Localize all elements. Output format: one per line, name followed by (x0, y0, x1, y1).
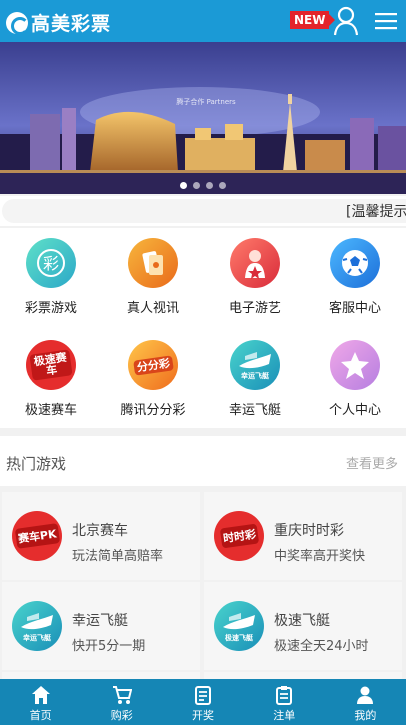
card-icon (128, 238, 178, 288)
card-badge: 时时彩 (219, 523, 259, 549)
nav-label: 注单 (273, 709, 296, 722)
game-icon (230, 238, 280, 288)
feature-grid: 彩 彩票游戏 真人视讯 电子游艺 客服中心 极速赛车 极速赛车 分分彩 腾讯分分… (0, 228, 406, 428)
grid-item-tencent[interactable]: 分分彩 腾讯分分彩 (102, 330, 204, 430)
boat-icon: 幸运飞艇 (230, 340, 280, 390)
nav-orders[interactable]: 注单 (244, 679, 325, 725)
grid-item-live[interactable]: 真人视讯 (102, 228, 204, 328)
card-subtitle: 极速全天24小时 (274, 639, 369, 654)
notice-text: [温馨提示 (346, 204, 406, 220)
grid-label: 电子游艺 (228, 301, 281, 316)
grid-label: 极速赛车 (24, 403, 77, 418)
game-card-speed-boat[interactable]: 极速飞艇 极速飞艇 极速全天24小时 (204, 582, 402, 670)
person-icon (357, 686, 374, 704)
nav-home[interactable]: 首页 (0, 679, 81, 725)
grid-item-racing[interactable]: 极速赛车 极速赛车 (0, 330, 102, 430)
soccer-icon (330, 238, 380, 288)
grid-label: 真人视讯 (126, 301, 179, 316)
carousel-dots (0, 182, 406, 189)
grid-item-profile[interactable]: 个人中心 (304, 330, 406, 430)
banner-image: 腾子合作 Partners (0, 42, 406, 194)
card-subtitle: 快开5分一期 (72, 639, 146, 654)
nav-draw[interactable]: 开奖 (162, 679, 243, 725)
grid-label: 腾讯分分彩 (120, 403, 186, 418)
tencent-badge: 分分彩 (132, 354, 174, 376)
carousel-dot[interactable] (180, 182, 187, 189)
grid-label: 幸运飞艇 (228, 403, 281, 418)
new-badge: NEW (290, 11, 337, 29)
game-card-beijing[interactable]: 赛车PK 北京赛车 玩法简单高赔率 (2, 492, 200, 580)
logo-icon (6, 11, 29, 35)
card-badge: 赛车PK (14, 523, 60, 549)
svg-text:彩: 彩 (43, 254, 59, 273)
logo-text: 高美彩票 (31, 13, 112, 35)
notice-bar[interactable]: [温馨提示 (0, 196, 406, 226)
home-icon (31, 686, 50, 704)
nav-label: 购彩 (110, 709, 133, 722)
hot-games-header: 热门游戏 查看更多 (0, 436, 406, 486)
nav-label: 我的 (354, 709, 377, 722)
card-subtitle: 中奖率高开奖快 (274, 549, 366, 564)
card-title: 重庆时时彩 (274, 523, 344, 539)
game-card-chongqing[interactable]: 时时彩 重庆时时彩 中奖率高开奖快 (204, 492, 402, 580)
user-icon[interactable] (333, 6, 359, 36)
racing-badge: 极速赛车 (29, 349, 73, 381)
grid-item-boat[interactable]: 幸运飞艇 幸运飞艇 (204, 330, 306, 430)
carousel-dot[interactable] (193, 182, 200, 189)
grid-item-lottery[interactable]: 彩 彩票游戏 (0, 228, 102, 328)
nav-buy[interactable]: 购彩 (81, 679, 162, 725)
top-header: 高美彩票 NEW (0, 0, 406, 42)
clipboard-icon (276, 686, 293, 705)
app-page: 高美彩票 NEW 腾子合作 Partners [温馨提示 彩 彩票游戏 真人视讯… (0, 0, 406, 725)
nav-mine[interactable]: 我的 (325, 679, 406, 725)
racing-icon: 赛车PK (12, 511, 62, 561)
nav-label: 开奖 (192, 709, 214, 722)
document-icon (195, 686, 211, 705)
cart-icon (112, 686, 132, 704)
boat-badge: 幸运飞艇 (241, 372, 269, 380)
shishicai-icon: 时时彩 (214, 511, 264, 561)
lottery-icon: 彩 (26, 238, 76, 288)
grid-item-service[interactable]: 客服中心 (304, 228, 406, 328)
section-title: 热门游戏 (6, 455, 67, 473)
grid-label: 彩票游戏 (24, 301, 77, 316)
bottom-nav: 首页 购彩 开奖 注单 我的 (0, 679, 406, 725)
boat-icon: 极速飞艇 (214, 601, 264, 651)
carousel-dot[interactable] (206, 182, 213, 189)
card-title: 极速飞艇 (274, 613, 330, 629)
banner-carousel[interactable]: 腾子合作 Partners (0, 42, 406, 194)
banner-watermark: 腾子合作 Partners (176, 97, 236, 106)
grid-label: 客服中心 (328, 301, 381, 316)
boat-icon: 幸运飞艇 (12, 601, 62, 651)
menu-icon[interactable] (375, 12, 397, 30)
racing-icon: 极速赛车 (26, 340, 76, 390)
logo[interactable]: 高美彩票 (6, 9, 111, 36)
grid-item-egame[interactable]: 电子游艺 (204, 228, 306, 328)
tencent-icon: 分分彩 (128, 340, 178, 390)
carousel-dot[interactable] (219, 182, 226, 189)
card-subtitle: 玩法简单高赔率 (72, 549, 164, 564)
card-badge: 极速飞艇 (225, 634, 253, 642)
view-more-link[interactable]: 查看更多 (346, 453, 398, 472)
card-title: 幸运飞艇 (72, 613, 128, 629)
card-badge: 幸运飞艇 (23, 634, 51, 642)
star-icon (330, 340, 380, 390)
nav-label: 首页 (29, 709, 52, 722)
grid-label: 个人中心 (328, 403, 381, 418)
card-title: 北京赛车 (72, 523, 128, 539)
game-card-lucky-boat[interactable]: 幸运飞艇 幸运飞艇 快开5分一期 (2, 582, 200, 670)
